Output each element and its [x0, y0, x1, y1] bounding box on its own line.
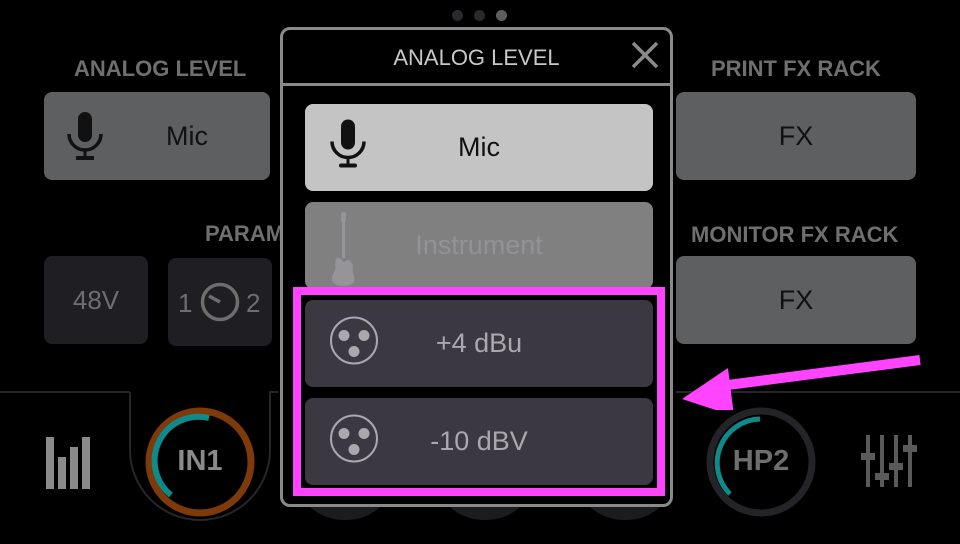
phantom-power-label: 48V — [72, 284, 120, 315]
annotation-highlight-box — [293, 287, 665, 496]
analog-level-value: Mic — [166, 120, 208, 151]
modal-header: ANALOG LEVEL — [283, 30, 670, 86]
guitar-icon — [329, 212, 359, 295]
modal-title: ANALOG LEVEL — [393, 45, 560, 70]
option-mic[interactable]: Mic — [305, 104, 653, 191]
print-fx-rack-button[interactable]: FX — [676, 92, 916, 180]
option-mic-label: Mic — [458, 132, 500, 162]
input-left-label: 1 — [178, 288, 193, 318]
print-fx-button-label: FX — [778, 120, 814, 151]
channel-in1-label: IN1 — [177, 445, 223, 477]
annotation-arrow — [682, 355, 921, 410]
channel-in1-button[interactable]: IN1 — [143, 405, 257, 519]
option-instrument[interactable]: Instrument — [305, 202, 653, 289]
phantom-power-48v-button[interactable]: 48V — [44, 256, 148, 344]
microphone-icon — [329, 117, 367, 178]
monitor-fx-rack-label: MONITOR FX RACK — [691, 222, 899, 247]
monitor-fx-button-label: FX — [778, 284, 814, 315]
print-fx-rack-label: PRINT FX RACK — [711, 56, 881, 81]
knob-icon — [200, 282, 240, 329]
monitor-fx-rack-button[interactable]: FX — [676, 256, 916, 344]
bottom-nav-divider-left — [0, 391, 130, 393]
page-dot-3-active[interactable] — [496, 10, 507, 21]
microphone-icon — [66, 110, 104, 171]
mixer-faders-icon[interactable] — [861, 435, 917, 496]
level-meters-icon[interactable] — [44, 435, 92, 496]
channel-hp2-label: HP2 — [732, 445, 790, 477]
input-select-button[interactable]: 1 2 — [168, 258, 272, 346]
page-dot-1[interactable] — [452, 10, 463, 21]
analog-level-button[interactable]: Mic — [44, 92, 270, 180]
option-instrument-label: Instrument — [415, 230, 543, 260]
params-label: PARAM — [205, 221, 285, 246]
page-dot-2[interactable] — [474, 10, 485, 21]
channel-hp2-button[interactable]: HP2 — [704, 405, 818, 519]
analog-level-label: ANALOG LEVEL — [74, 56, 247, 81]
input-right-label: 2 — [246, 288, 261, 318]
close-icon[interactable] — [630, 40, 660, 70]
